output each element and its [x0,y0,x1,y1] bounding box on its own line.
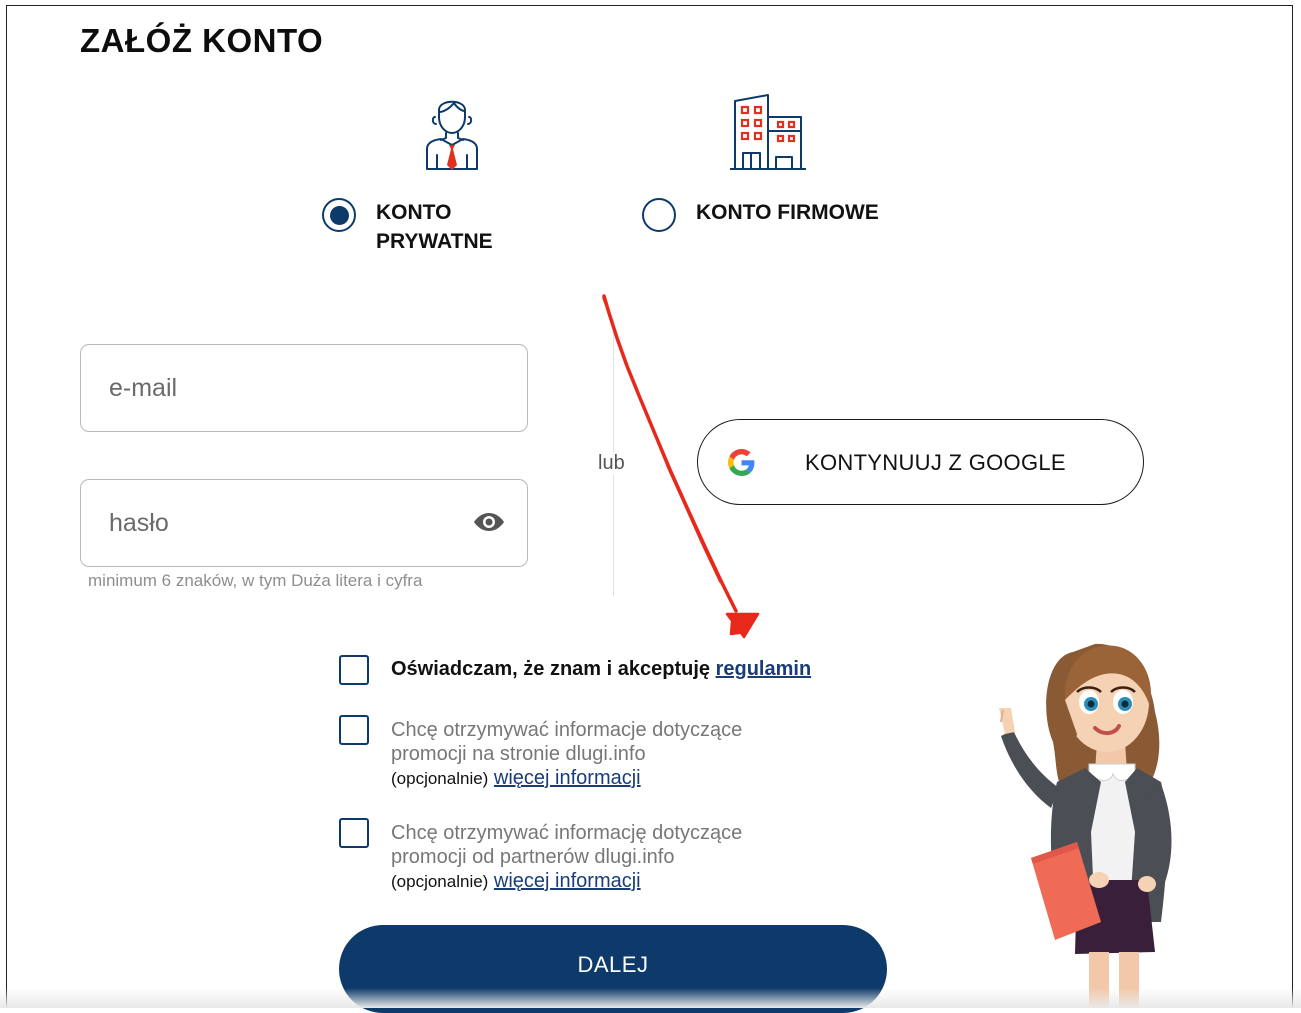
radio-button[interactable] [642,198,676,232]
consent-promo-site-label: Chcę otrzymywać informacje dotyczące pro… [391,719,743,765]
consent-promo-partners-text: Chcę otrzymywać informację dotyczące pro… [391,821,811,894]
building-icon [730,94,806,170]
person-icon [426,100,478,170]
consent-promo-partners-label: Chcę otrzymywać informację dotyczące pro… [391,822,743,868]
next-button[interactable]: DALEJ [339,925,887,1013]
consent-promo-partners-checkbox[interactable] [339,818,369,848]
separator-text: lub [596,452,627,475]
google-login-button[interactable]: KONTYNUUJ Z GOOGLE [697,419,1144,505]
assistant-woman-illustration [999,643,1172,1008]
consent-terms: Oświadczam, że znam i akceptuję regulami… [339,655,811,685]
radio-selected-dot [329,205,349,225]
password-input[interactable] [81,480,527,566]
page-title: ZAŁÓŻ KONTO [80,22,324,59]
consent-terms-label: Oświadczam, że znam i akceptuję [391,658,716,680]
email-input[interactable] [81,345,527,431]
google-icon [728,449,755,476]
password-hint: minimum 6 znaków, w tym Duża litera i cy… [88,571,423,590]
password-field-wrapper [80,479,528,567]
email-field-wrapper [80,344,528,432]
consent-promo-partners: Chcę otrzymywać informację dotyczące pro… [339,818,811,894]
optional-label: (opcjonalnie) [391,769,489,788]
more-info-link[interactable]: więcej informacji [494,870,641,892]
radio-business-label: KONTO FIRMOWE [696,201,879,224]
radio-private-label: KONTO PRYWATNE [376,201,493,253]
terms-link[interactable]: regulamin [716,658,812,680]
eye-icon[interactable] [473,511,505,533]
consent-promo-site: Chcę otrzymywać informacje dotyczące pro… [339,715,811,791]
radio-private-account[interactable]: KONTO PRYWATNE [322,198,493,256]
consent-terms-checkbox[interactable] [339,655,369,685]
radio-business-account[interactable]: KONTO FIRMOWE [642,198,879,232]
radio-button[interactable] [322,198,356,232]
more-info-link[interactable]: więcej informacji [494,767,641,789]
google-button-label: KONTYNUUJ Z GOOGLE [805,450,1066,475]
consent-terms-text: Oświadczam, że znam i akceptuję regulami… [391,657,811,681]
optional-label: (opcjonalnie) [391,872,489,891]
consent-promo-site-text: Chcę otrzymywać informacje dotyczące pro… [391,718,811,791]
consent-promo-site-checkbox[interactable] [339,715,369,745]
